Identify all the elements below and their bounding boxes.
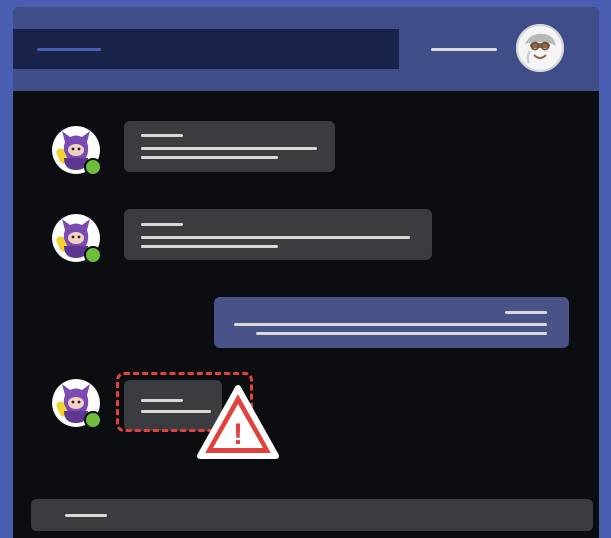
sender-line <box>505 311 547 314</box>
text-line <box>141 156 278 159</box>
sender-avatar[interactable] <box>52 126 102 176</box>
message-bubble[interactable] <box>124 209 432 260</box>
chat-window: ! <box>13 7 599 538</box>
online-status-icon <box>84 411 102 429</box>
user-avatar-icon <box>516 24 564 72</box>
warning-symbol: ! <box>233 418 243 451</box>
current-user-name <box>431 48 497 51</box>
sender-line <box>141 134 183 137</box>
message-bubble[interactable] <box>124 121 335 172</box>
warning-triangle-icon: ! <box>194 382 282 464</box>
online-status-icon <box>84 246 102 264</box>
text-line <box>141 236 410 239</box>
chat-header <box>13 7 599 91</box>
sender-line <box>141 223 183 226</box>
sender-avatar[interactable] <box>52 214 102 264</box>
message-composer-input[interactable] <box>31 499 593 531</box>
text-line <box>141 147 317 150</box>
own-message-bubble[interactable] <box>214 297 569 348</box>
text-line <box>256 332 547 335</box>
text-line <box>141 245 278 248</box>
online-status-icon <box>84 158 102 176</box>
search-input[interactable] <box>13 29 399 69</box>
sender-avatar[interactable] <box>52 379 102 429</box>
current-user-avatar[interactable] <box>516 24 564 72</box>
composer-placeholder-line <box>65 514 107 517</box>
search-placeholder-line <box>37 48 101 51</box>
text-line <box>234 323 547 326</box>
